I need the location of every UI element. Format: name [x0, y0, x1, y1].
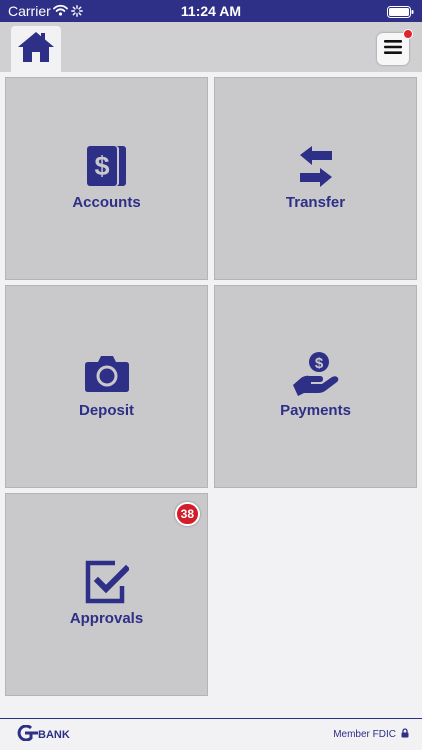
clock-time: 11:24 AM [180, 3, 242, 19]
status-bar: Carrier 11:24 AM [0, 0, 422, 22]
lock-icon [401, 728, 409, 741]
transfer-tile[interactable]: Transfer [214, 77, 417, 280]
deposit-label: Deposit [78, 402, 134, 419]
accounts-tile[interactable]: $ Accounts [5, 77, 208, 280]
footer: BANK Member FDIC [0, 718, 422, 750]
camera-icon [84, 355, 130, 398]
home-icon[interactable] [16, 30, 56, 69]
hamburger-menu-icon[interactable] [384, 39, 402, 59]
svg-text:$: $ [314, 355, 323, 372]
top-header [0, 22, 422, 72]
svg-text:$: $ [94, 151, 109, 181]
bank-logo-text: BANK [38, 728, 70, 741]
approvals-label: Approvals [69, 610, 144, 627]
hand-coin-icon: $ [292, 351, 340, 402]
fdic-notice: Member FDIC [333, 728, 409, 741]
bank-logo: BANK [16, 724, 70, 744]
accounts-dollar-cards-icon: $ [86, 144, 128, 193]
menu-button[interactable] [377, 29, 413, 65]
transfer-arrows-icon [298, 145, 334, 192]
deposit-tile[interactable]: Deposit [5, 285, 208, 488]
payments-label: Payments [280, 402, 351, 419]
checkbox-icon [85, 560, 130, 609]
member-fdic-text: Member FDIC [333, 729, 396, 740]
home-tab[interactable] [11, 26, 61, 72]
battery-icon [387, 5, 414, 23]
approvals-tile[interactable]: 38 Approvals [5, 493, 208, 696]
bank-logo-mark-icon [16, 724, 38, 744]
transfer-label: Transfer [285, 194, 346, 211]
payments-tile[interactable]: $ Payments [214, 285, 417, 488]
accounts-label: Accounts [72, 194, 141, 211]
approvals-count-badge: 38 [174, 502, 200, 526]
menu-notification-dot [403, 29, 413, 39]
